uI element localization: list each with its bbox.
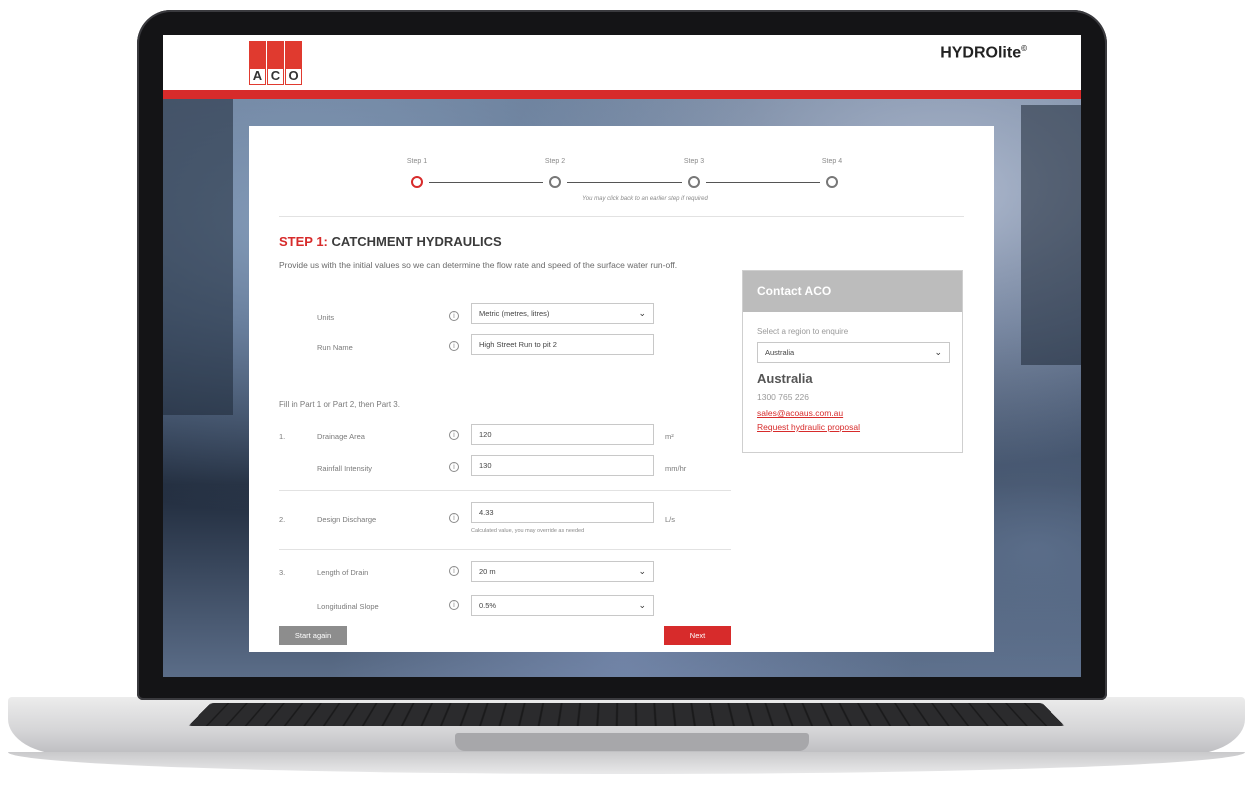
design-discharge-input[interactable]: 4.33 (471, 502, 654, 523)
info-icon[interactable]: i (449, 430, 459, 440)
design-discharge-label: Design Discharge (317, 515, 377, 524)
fill-instructions: Fill in Part 1 or Part 2, then Part 3. (279, 400, 400, 409)
contact-phone: 1300 765 226 (757, 392, 809, 402)
contact-region-name: Australia (757, 371, 813, 386)
units-label: Units (317, 313, 335, 322)
aco-logo[interactable]: A C O (249, 41, 303, 85)
step-4-circle[interactable] (826, 176, 838, 188)
step-label: Step 4 (821, 158, 843, 165)
logo-letter: O (285, 68, 302, 85)
length-of-drain-value: 20 m (479, 567, 496, 576)
design-discharge-unit: L/s (665, 515, 676, 524)
contact-card: Contact ACO Select a region to enquire A… (742, 270, 963, 453)
product-mark: © (1021, 44, 1027, 53)
longitudinal-slope-label: Longitudinal Slope (317, 602, 379, 611)
units-value: Metric (metres, litres) (479, 309, 550, 318)
background-building (163, 95, 233, 415)
chevron-down-icon: ⌄ (638, 566, 646, 576)
background-building (1021, 105, 1081, 365)
laptop-base-lip (8, 752, 1245, 774)
logo-letter: C (267, 68, 284, 85)
rainfall-intensity-input[interactable]: 130 (471, 455, 654, 476)
step-progress: Step 1 Step 2 Step 3 Step 4 You may clic… (397, 158, 842, 218)
design-discharge-value: 4.33 (479, 508, 494, 517)
divider (279, 549, 731, 550)
laptop-hinge-notch (455, 733, 809, 751)
step-number: STEP 1: (279, 234, 328, 249)
rainfall-intensity-label: Rainfall Intensity (317, 464, 373, 473)
next-button[interactable]: Next (664, 626, 731, 645)
rainfall-intensity-value: 130 (479, 461, 492, 470)
product-mockup: A C O HYDROlite© Step 1 Step 2 Step 3 St… (0, 0, 1253, 787)
info-icon[interactable]: i (449, 600, 459, 610)
part-2-number: 2. (279, 515, 286, 524)
info-icon[interactable]: i (449, 311, 459, 321)
length-of-drain-label: Length of Drain (317, 568, 369, 577)
step-1[interactable]: Step 1 (397, 158, 437, 165)
step-3[interactable]: Step 3 (674, 158, 714, 165)
run-name-input[interactable]: High Street Run to pit 2 (471, 334, 654, 355)
length-of-drain-select[interactable]: 20 m ⌄ (471, 561, 654, 582)
step-2[interactable]: Step 2 (535, 158, 575, 165)
part-1-number: 1. (279, 432, 286, 441)
content-panel: Step 1 Step 2 Step 3 Step 4 You may clic… (249, 126, 994, 652)
step-connector (706, 182, 820, 183)
step-label: Step 3 (683, 158, 705, 165)
product-title: HYDROlite© (940, 44, 1027, 62)
contact-title: Contact ACO (743, 271, 962, 312)
contact-prompt: Select a region to enquire (757, 327, 849, 336)
intro-text: Provide us with the initial values so we… (279, 260, 678, 270)
step-connector (567, 182, 682, 183)
part-3-number: 3. (279, 568, 286, 577)
drainage-area-input[interactable]: 120 (471, 424, 654, 445)
info-icon[interactable]: i (449, 462, 459, 472)
info-icon[interactable]: i (449, 513, 459, 523)
step-label: Step 2 (544, 158, 566, 165)
contact-email-link[interactable]: sales@acoaus.com.au (757, 408, 843, 418)
chevron-down-icon: ⌄ (934, 347, 942, 357)
header-accent-bar (163, 90, 1081, 99)
hydraulic-proposal-link[interactable]: Request hydraulic proposal (757, 422, 860, 432)
app-header: A C O HYDROlite© (163, 35, 1081, 90)
info-icon[interactable]: i (449, 566, 459, 576)
step-connector (429, 182, 543, 183)
info-icon[interactable]: i (449, 341, 459, 351)
region-select-value: Australia (765, 348, 795, 357)
step-2-circle[interactable] (549, 176, 561, 188)
run-name-label: Run Name (317, 343, 353, 352)
rainfall-intensity-unit: mm/hr (665, 464, 687, 473)
chevron-down-icon: ⌄ (638, 600, 646, 610)
divider (279, 216, 964, 217)
step-hint: You may click back to an earlier step if… (582, 196, 708, 202)
drainage-area-label: Drainage Area (317, 432, 365, 441)
step-title: CATCHMENT HYDRAULICS (331, 234, 502, 249)
product-name: HYDROlite (940, 44, 1022, 62)
chevron-down-icon: ⌄ (638, 308, 646, 318)
region-select[interactable]: Australia ⌄ (757, 342, 950, 363)
page-title: STEP 1: CATCHMENT HYDRAULICS (279, 234, 502, 249)
logo-letter: A (249, 68, 266, 85)
longitudinal-slope-select[interactable]: 0.5% ⌄ (471, 595, 654, 616)
step-3-circle[interactable] (688, 176, 700, 188)
units-select[interactable]: Metric (metres, litres) ⌄ (471, 303, 654, 324)
drainage-area-value: 120 (479, 430, 492, 439)
start-again-button[interactable]: Start again (279, 626, 347, 645)
longitudinal-slope-value: 0.5% (479, 601, 497, 610)
step-4[interactable]: Step 4 (812, 158, 852, 165)
divider (279, 490, 731, 491)
drainage-area-unit: m² (665, 432, 674, 441)
laptop-keyboard (188, 702, 1065, 726)
step-1-circle[interactable] (411, 176, 423, 188)
design-discharge-note: Calculated value, you may override as ne… (471, 528, 585, 534)
laptop-screen: A C O HYDROlite© Step 1 Step 2 Step 3 St… (163, 35, 1081, 677)
run-name-value: High Street Run to pit 2 (479, 340, 557, 349)
step-label: Step 1 (406, 158, 428, 165)
